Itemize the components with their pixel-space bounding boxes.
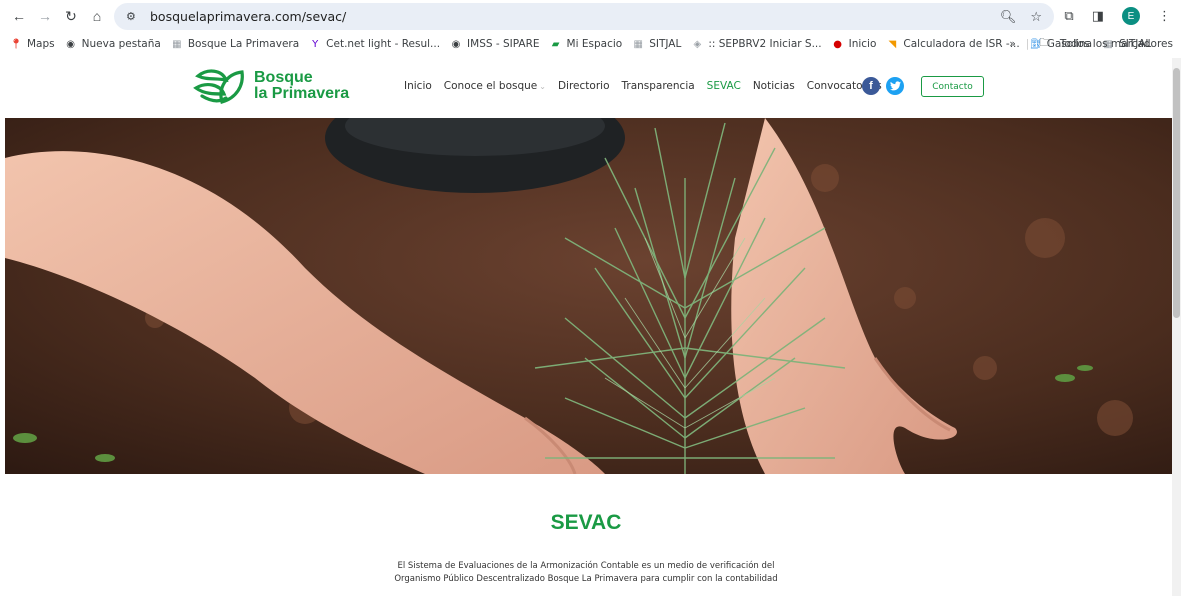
intro-line-1: El Sistema de Evaluaciones de la Armoniz… bbox=[397, 561, 775, 571]
menu-item-inicio[interactable]: Inicio bbox=[404, 80, 432, 92]
bookmark-item[interactable]: ◈:: SEPBRV2 Iniciar S... bbox=[691, 38, 821, 50]
menu-item-transparencia[interactable]: Transparencia bbox=[622, 80, 695, 92]
bookmark-label: Calculadora de ISR -... bbox=[903, 38, 1020, 50]
browser-toolbar: ← → ↻ ⌂ ⚙ bosquelaprimavera.com/sevac/ 🔍… bbox=[0, 0, 1181, 33]
shield-icon: ◈ bbox=[693, 38, 702, 50]
bookmark-label: Inicio bbox=[848, 38, 877, 50]
intro-line-2: Organismo Público Descentralizado Bosque… bbox=[394, 574, 778, 584]
yahoo-icon: Y bbox=[312, 38, 319, 50]
menu-item-conoce-el-bosque[interactable]: Conoce el bosque ⌄ bbox=[444, 80, 546, 92]
flag-icon: ◥ bbox=[888, 38, 897, 50]
bookmark-item[interactable]: ● Inicio bbox=[832, 38, 877, 50]
site-header: Bosque la Primavera Inicio Conoce el bosq… bbox=[0, 58, 1172, 118]
main-menu: Inicio Conoce el bosque ⌄ Directorio Transpa… bbox=[404, 80, 882, 92]
bookmark-label: Bosque La Primavera bbox=[187, 38, 300, 50]
menu-item-noticias[interactable]: Noticias bbox=[753, 80, 795, 92]
social-links: f bbox=[862, 77, 904, 95]
menu-item-label: Noticias bbox=[752, 80, 795, 92]
scrollbar-thumb[interactable] bbox=[1173, 68, 1180, 318]
bookmark-item[interactable]: ▰ Mi Espacio bbox=[550, 38, 623, 50]
profile-avatar[interactable]: E bbox=[1122, 7, 1140, 25]
building-icon: ▦ bbox=[633, 38, 643, 50]
address-bar[interactable]: ⚙ bosquelaprimavera.com/sevac/ 🔍︎ ☆ bbox=[114, 3, 1054, 30]
menu-item-label: Directorio bbox=[557, 80, 610, 92]
bookmark-item[interactable]: ◉ Nueva pestaña bbox=[65, 38, 161, 50]
map-pin-icon: 📍︎ bbox=[9, 38, 23, 50]
bookmark-item[interactable]: ▦ Bosque La Primavera bbox=[171, 38, 299, 50]
bookmark-item[interactable]: ◉ IMSS - SIPARE bbox=[450, 38, 540, 50]
menu-dots-icon[interactable]: ⋮ bbox=[1158, 8, 1171, 24]
menu-item-label: Inicio bbox=[404, 80, 432, 92]
bookmark-item[interactable]: 📍︎ Maps bbox=[10, 38, 55, 50]
back-icon[interactable]: ← bbox=[8, 5, 30, 27]
bookmark-item[interactable]: Y Cet.net light - Resul... bbox=[309, 38, 440, 50]
home-icon[interactable]: ⌂ bbox=[86, 5, 108, 27]
bookmark-item[interactable]: ◥ Calculadora de ISR -... bbox=[886, 38, 1020, 50]
menu-item-label: Conoce el bosque bbox=[443, 80, 538, 92]
bookmark-label: Cet.net light - Resul... bbox=[326, 38, 441, 50]
menu-item-label: Transparencia bbox=[621, 80, 695, 92]
menu-item-directorio[interactable]: Directorio bbox=[558, 80, 610, 92]
page-scrollbar[interactable] bbox=[1172, 58, 1181, 596]
twitter-icon[interactable] bbox=[886, 77, 904, 95]
contact-button[interactable]: Contacto bbox=[921, 76, 984, 97]
site-logo[interactable]: Bosque la Primavera bbox=[192, 66, 349, 106]
extensions-icon[interactable]: ⧉ bbox=[1064, 8, 1073, 24]
forward-icon[interactable]: → bbox=[34, 5, 56, 27]
bookmark-label: :: SEPBRV2 Iniciar S... bbox=[708, 38, 822, 50]
bookmarks-divider: | bbox=[1025, 38, 1030, 50]
all-bookmarks-link[interactable]: Todos los marcadores bbox=[1060, 38, 1173, 50]
bookmark-label: Maps bbox=[27, 38, 55, 50]
menu-item-label: SEVAC bbox=[706, 80, 741, 92]
chevron-down-icon: ⌄ bbox=[539, 82, 546, 91]
side-panel-icon[interactable]: ◨ bbox=[1092, 8, 1104, 24]
bookmark-label: SITJAL bbox=[649, 38, 682, 50]
web-page: Bosque la Primavera Inicio Conoce el bosq… bbox=[0, 58, 1172, 596]
bookmark-label: IMSS - SIPARE bbox=[467, 38, 540, 50]
bookmarks-bar: 📍︎ Maps ◉ Nueva pestaña ▦ Bosque La Primavera… bbox=[0, 33, 1181, 55]
dot-icon: ● bbox=[833, 38, 842, 50]
logo-line-2: la Primavera bbox=[254, 85, 350, 102]
globe-icon: ◉ bbox=[451, 38, 461, 50]
reload-icon[interactable]: ↻ bbox=[60, 5, 82, 27]
bookmark-item[interactable]: ▦ SITJAL bbox=[632, 38, 681, 50]
zoom-icon[interactable]: 🔍︎ bbox=[1000, 9, 1017, 25]
bookmark-label: Nueva pestaña bbox=[81, 38, 161, 50]
planting-illustration bbox=[5, 118, 1172, 474]
menu-item-sevac[interactable]: SEVAC bbox=[707, 80, 741, 92]
page-title: SEVAC bbox=[550, 511, 622, 534]
folder-icon: 🗀 bbox=[1039, 37, 1050, 49]
logo-line-1: Bosque bbox=[254, 69, 313, 86]
intro-paragraph: El Sistema de Evaluaciones de la Armoniz… bbox=[386, 560, 786, 586]
more-bookmarks-icon[interactable]: » bbox=[1009, 38, 1015, 50]
site-info-icon[interactable]: ⚙ bbox=[126, 10, 142, 23]
hero-image bbox=[5, 118, 1172, 474]
building-icon: ▦ bbox=[172, 38, 182, 50]
cfe-icon: ▰ bbox=[551, 38, 560, 50]
bookmark-star-icon[interactable]: ☆ bbox=[1030, 9, 1042, 25]
facebook-icon[interactable]: f bbox=[862, 77, 880, 95]
globe-icon: ◉ bbox=[66, 38, 75, 50]
leaf-logo-icon bbox=[193, 69, 244, 104]
url-text: bosquelaprimavera.com/sevac/ bbox=[150, 9, 347, 24]
bookmark-label: Mi Espacio bbox=[566, 38, 623, 50]
